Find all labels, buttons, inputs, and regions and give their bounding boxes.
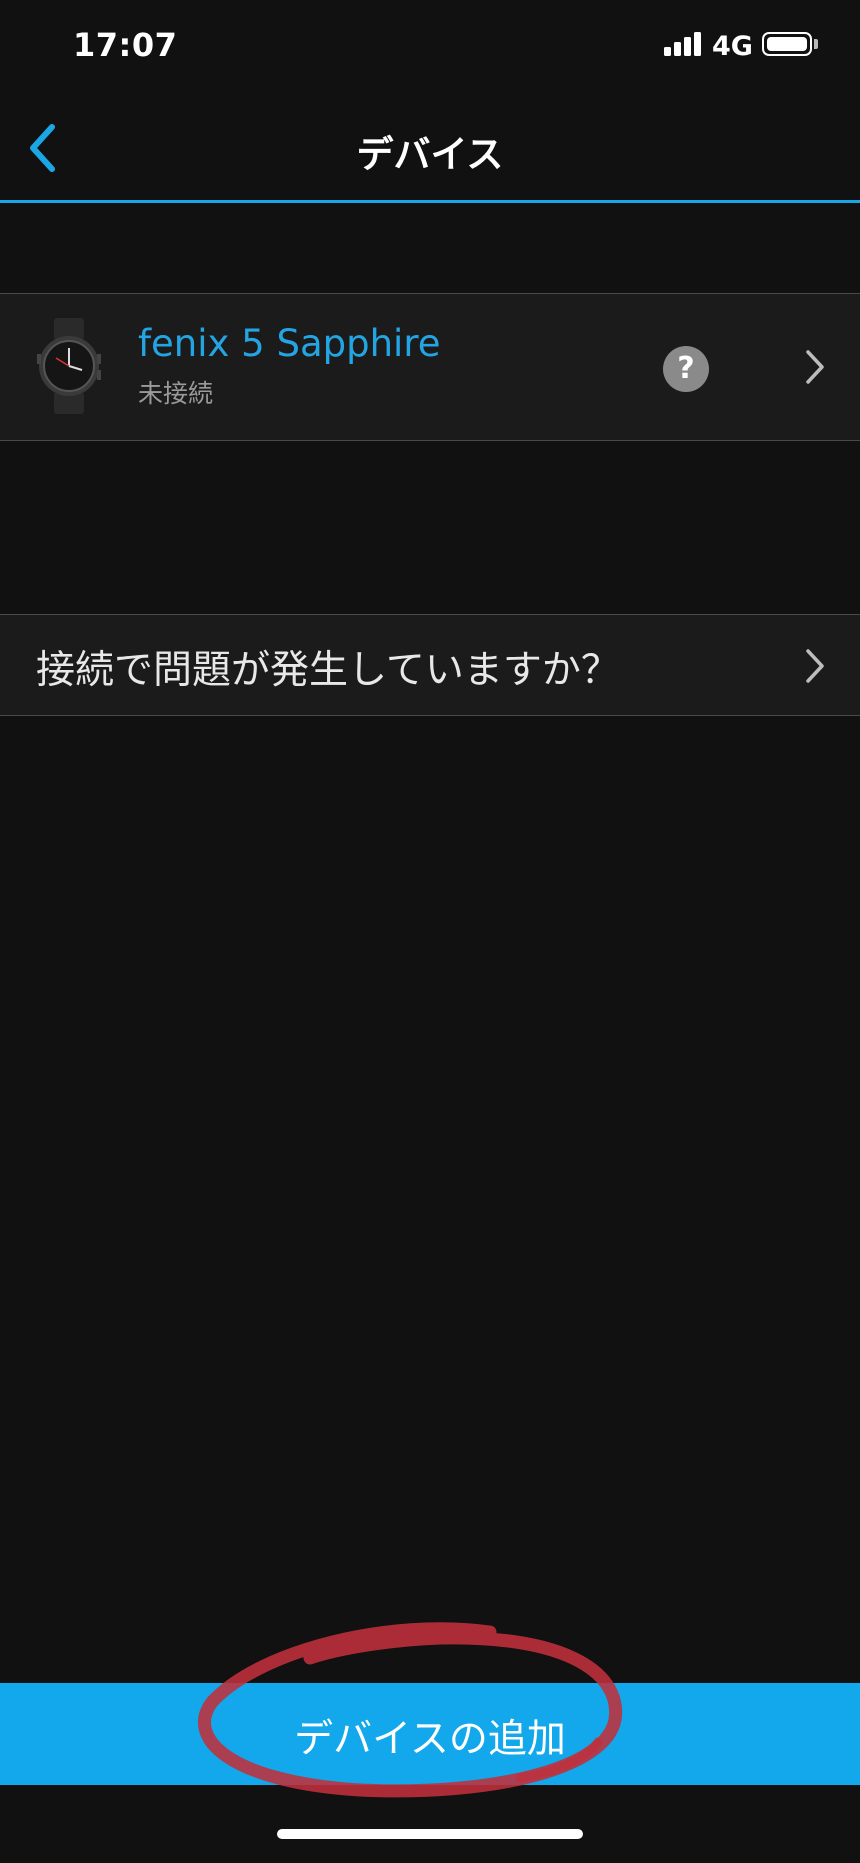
troubleshoot-label: 接続で問題が発生していますか？ — [36, 648, 620, 693]
device-status: 未接続 — [138, 379, 214, 408]
device-row[interactable]: fenix 5 Sapphire 未接続 ? — [0, 293, 860, 441]
page-title: デバイス — [356, 133, 504, 176]
status-time: 17:07 — [73, 26, 178, 64]
help-icon[interactable]: ? — [663, 346, 709, 392]
device-name: fenix 5 Sapphire — [138, 322, 441, 365]
navigation-bar: デバイス — [0, 96, 860, 203]
add-device-label: デバイスの追加 — [294, 1718, 566, 1761]
watch-icon — [37, 318, 101, 414]
battery-tip — [814, 39, 818, 49]
add-device-button[interactable]: デバイスの追加 — [0, 1683, 860, 1785]
signal-icon — [664, 32, 704, 56]
chevron-right-icon — [806, 350, 824, 384]
home-indicator — [277, 1829, 583, 1839]
battery-icon — [762, 32, 812, 56]
chevron-right-icon — [806, 649, 824, 683]
status-bar: 17:07 4G — [0, 0, 860, 96]
network-type: 4G — [712, 31, 753, 62]
connection-troubleshoot-row[interactable]: 接続で問題が発生していますか？ — [0, 614, 860, 716]
